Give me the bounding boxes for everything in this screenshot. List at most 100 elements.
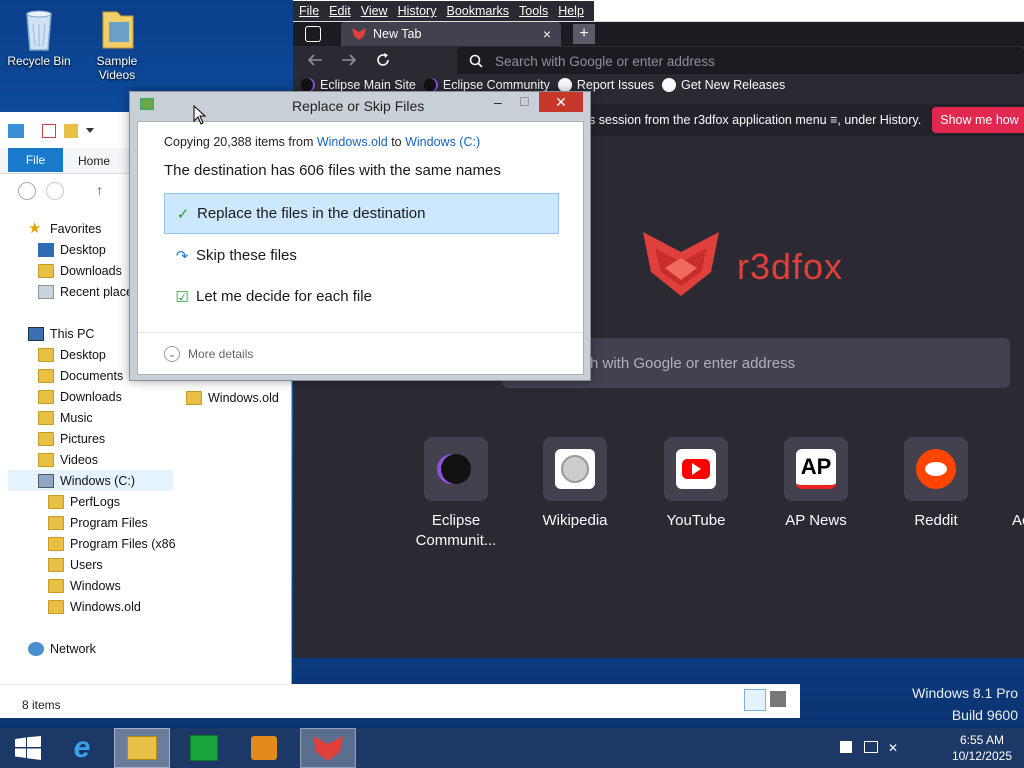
- mouse-cursor-icon: [193, 105, 207, 125]
- up-icon[interactable]: ↑: [96, 182, 103, 198]
- folder-icon: [48, 599, 64, 614]
- show-me-how-button[interactable]: Show me how: [932, 107, 1024, 133]
- menu-bookmarks[interactable]: Bookmarks: [446, 4, 509, 18]
- clock-time: 6:55 AM: [959, 733, 1004, 747]
- details-view-icon[interactable]: [744, 689, 766, 711]
- taskbar-file-explorer[interactable]: [114, 728, 170, 768]
- customize-qat-icon[interactable]: [86, 128, 94, 133]
- search-icon: [469, 54, 483, 68]
- nav-label: Documents: [60, 368, 124, 383]
- menu-history[interactable]: History: [398, 4, 437, 18]
- windows-watermark: Windows 8.1 Pro Build 9600: [912, 682, 1018, 726]
- nav-pc-videos[interactable]: Videos: [0, 449, 292, 470]
- folder-icon: [48, 494, 64, 509]
- skip-files-option[interactable]: ↷ Skip these files: [164, 235, 559, 276]
- wikipedia-icon: [543, 437, 607, 501]
- action-center-flag-icon[interactable]: [840, 741, 852, 753]
- volume-muted-icon[interactable]: ✕: [888, 741, 898, 755]
- option-label: Replace the files in the destination: [197, 205, 426, 222]
- tab-list-icon[interactable]: [305, 26, 321, 42]
- reload-icon[interactable]: [375, 52, 391, 68]
- menu-view[interactable]: View: [361, 4, 388, 18]
- nav-pc-windows-c[interactable]: Windows (C:): [8, 470, 173, 491]
- nav-c-program-files-x86[interactable]: Program Files (x86: [0, 533, 292, 554]
- menu-edit[interactable]: Edit: [329, 4, 351, 18]
- new-tab-button[interactable]: +: [573, 24, 595, 44]
- close-button[interactable]: ✕: [539, 92, 583, 112]
- copy-summary-to: to: [387, 135, 406, 149]
- nav-c-users[interactable]: Users: [0, 554, 292, 575]
- sample-videos-label: Sample Videos: [96, 54, 138, 82]
- bookmark-eclipse-community[interactable]: Eclipse Community: [423, 77, 550, 92]
- source-link[interactable]: Windows.old: [317, 135, 388, 149]
- top-site-label: Eclipse Communit...: [415, 512, 497, 549]
- nav-label: Windows: [70, 578, 121, 593]
- dialog-divider: [138, 332, 583, 333]
- ribbon-tab-home[interactable]: Home: [78, 154, 110, 168]
- tab-bar: New Tab × +: [293, 22, 1024, 46]
- tab-close-icon[interactable]: ×: [543, 26, 551, 42]
- destination-link[interactable]: Windows (C:): [405, 135, 480, 149]
- top-site-label: Wikipedia: [542, 512, 608, 529]
- bookmark-get-new-releases[interactable]: Get New Releases: [661, 77, 785, 92]
- system-clock[interactable]: 6:55 AM 10/12/2025: [952, 732, 1012, 764]
- forward-icon[interactable]: [341, 53, 357, 67]
- properties-icon[interactable]: [42, 124, 56, 138]
- browser-menubar: File Edit View History Bookmarks Tools H…: [293, 0, 1024, 22]
- sample-videos-icon[interactable]: Sample Videos: [82, 6, 152, 82]
- top-site-youtube[interactable]: YouTube: [641, 437, 751, 531]
- menu-help[interactable]: Help: [558, 4, 584, 18]
- taskbar-r3dfox[interactable]: [300, 728, 356, 768]
- folder-icon: [38, 347, 54, 362]
- ribbon-tab-file[interactable]: File: [8, 148, 63, 172]
- replace-files-option[interactable]: ✓ Replace the files in the destination: [164, 193, 559, 234]
- large-icons-view-icon[interactable]: [770, 691, 786, 707]
- nav-c-windows-old[interactable]: Windows.old: [0, 596, 292, 617]
- r3dfox-logo-icon: [643, 232, 719, 296]
- bookmark-report-issues[interactable]: Report Issues: [557, 77, 654, 92]
- taskbar-media-player[interactable]: [236, 728, 292, 768]
- more-details-toggle[interactable]: ⌄ More details: [164, 346, 253, 362]
- video-player-icon: [251, 736, 277, 760]
- nav-c-program-files[interactable]: Program Files: [0, 512, 292, 533]
- top-site-label: Ac: [1012, 512, 1024, 529]
- taskbar-internet-explorer[interactable]: e: [54, 728, 110, 768]
- decide-each-file-option[interactable]: ☑ Let me decide for each file: [164, 276, 559, 317]
- tab-new-tab[interactable]: New Tab ×: [341, 22, 561, 46]
- folder-icon: [38, 368, 54, 383]
- top-site-reddit[interactable]: Reddit: [881, 437, 991, 531]
- nav-c-windows[interactable]: Windows: [0, 575, 292, 596]
- star-icon: ★: [28, 219, 42, 237]
- copy-summary: Copying 20,388 items from Windows.old to…: [164, 135, 480, 149]
- forward-icon[interactable]: [46, 182, 64, 200]
- network-tray-icon[interactable]: [864, 741, 878, 753]
- minimize-button[interactable]: –: [494, 94, 502, 110]
- top-site-ap-news[interactable]: AP AP News: [761, 437, 871, 531]
- taskbar-store[interactable]: [176, 728, 232, 768]
- back-icon[interactable]: [307, 53, 323, 67]
- recycle-bin-icon[interactable]: Recycle Bin: [4, 6, 74, 68]
- url-bar[interactable]: Search with Google or enter address: [457, 47, 1024, 75]
- back-icon[interactable]: [18, 182, 36, 200]
- top-site-wikipedia[interactable]: Wikipedia: [520, 437, 630, 531]
- nav-network[interactable]: Network: [0, 638, 292, 659]
- menu-tools[interactable]: Tools: [519, 4, 548, 18]
- nav-pc-pictures[interactable]: Pictures: [0, 428, 292, 449]
- content-item-windows-old[interactable]: Windows.old: [186, 387, 286, 408]
- maximize-button[interactable]: □: [520, 93, 528, 109]
- copy-icon: [140, 98, 154, 110]
- bookmark-label: Report Issues: [576, 77, 654, 92]
- new-folder-icon[interactable]: [64, 124, 78, 138]
- r3dfox-tab-icon: [352, 28, 366, 40]
- bookmark-eclipse-main[interactable]: Eclipse Main Site: [301, 77, 416, 92]
- clock-date: 10/12/2025: [951, 749, 1012, 763]
- menu-file[interactable]: File: [299, 4, 319, 18]
- top-site-partial[interactable]: Ac: [1000, 437, 1024, 531]
- start-button[interactable]: [0, 728, 56, 768]
- dialog-body: Copying 20,388 items from Windows.old to…: [137, 121, 584, 375]
- top-site-eclipse[interactable]: Eclipse Communit...: [401, 437, 511, 551]
- nav-pc-music[interactable]: Music: [0, 407, 292, 428]
- r3dfox-icon: [313, 736, 343, 761]
- nav-c-perflogs[interactable]: PerfLogs: [0, 491, 292, 512]
- internet-explorer-icon: e: [73, 731, 91, 764]
